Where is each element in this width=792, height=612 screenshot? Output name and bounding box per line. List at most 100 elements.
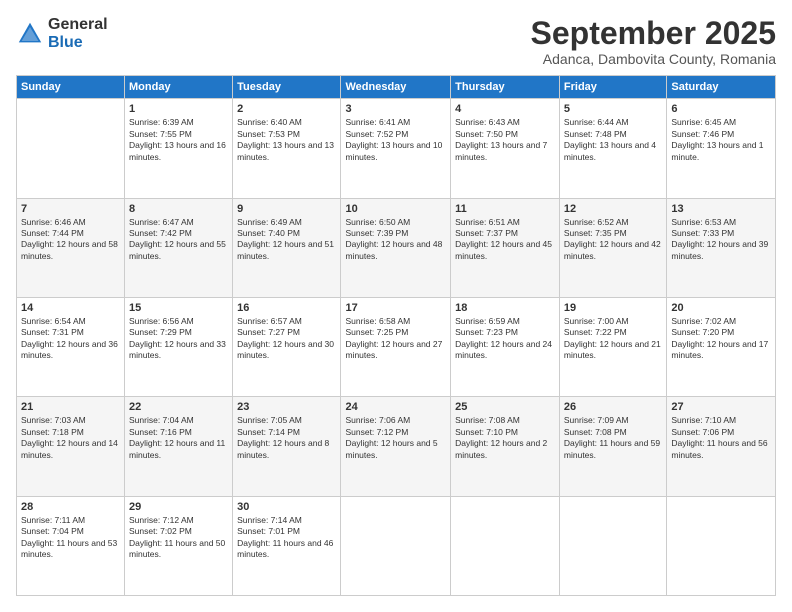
sunrise-text: Sunrise: 6:47 AM bbox=[129, 217, 228, 228]
cell-date: 8 bbox=[129, 203, 228, 215]
daylight-text: Daylight: 12 hours and 5 minutes. bbox=[345, 438, 446, 461]
sunrise-text: Sunrise: 7:09 AM bbox=[564, 415, 662, 426]
table-row: 4Sunrise: 6:43 AMSunset: 7:50 PMDaylight… bbox=[451, 99, 560, 198]
table-row: 15 Sunrise: 6:56 AMSunset: 7:29 PMDayligh… bbox=[125, 297, 233, 396]
cell-info: Sunrise: 6:41 AMSunset: 7:52 PMDaylight:… bbox=[345, 117, 446, 163]
daylight-text: Daylight: 12 hours and 2 minutes. bbox=[455, 438, 555, 461]
cell-date: 30 bbox=[237, 501, 336, 513]
sunrise-text: Sunrise: 7:11 AM bbox=[21, 515, 120, 526]
daylight-text: Daylight: 12 hours and 51 minutes. bbox=[237, 239, 336, 262]
sunset-text: Sunset: 7:22 PM bbox=[564, 327, 662, 338]
cell-date: 6 bbox=[671, 103, 771, 115]
location-subtitle: Adanca, Dambovita County, Romania bbox=[531, 51, 776, 67]
daylight-text: Daylight: 12 hours and 36 minutes. bbox=[21, 339, 120, 362]
table-row bbox=[451, 496, 560, 595]
cell-info: Sunrise: 7:14 AMSunset: 7:01 PMDaylight:… bbox=[237, 515, 336, 561]
daylight-text: Daylight: 13 hours and 1 minute. bbox=[671, 140, 771, 163]
sunset-text: Sunset: 7:48 PM bbox=[564, 129, 662, 140]
daylight-text: Daylight: 12 hours and 30 minutes. bbox=[237, 339, 336, 362]
cell-info: Sunrise: 7:02 AMSunset: 7:20 PMDaylight:… bbox=[671, 316, 771, 362]
cell-date: 2 bbox=[237, 103, 336, 115]
logo-general: General bbox=[48, 16, 108, 34]
month-title: September 2025 bbox=[531, 16, 776, 51]
table-row: 30 Sunrise: 7:14 AMSunset: 7:01 PMDayligh… bbox=[233, 496, 341, 595]
cell-info: Sunrise: 6:59 AMSunset: 7:23 PMDaylight:… bbox=[455, 316, 555, 362]
cell-info: Sunrise: 6:57 AMSunset: 7:27 PMDaylight:… bbox=[237, 316, 336, 362]
cell-info: Sunrise: 6:46 AMSunset: 7:44 PMDaylight:… bbox=[21, 217, 120, 263]
daylight-text: Daylight: 12 hours and 39 minutes. bbox=[671, 239, 771, 262]
cell-date: 11 bbox=[455, 203, 555, 215]
table-row: 28Sunrise: 7:11 AMSunset: 7:04 PMDayligh… bbox=[17, 496, 125, 595]
table-row: 11Sunrise: 6:51 AMSunset: 7:37 PMDayligh… bbox=[451, 198, 560, 297]
cell-info: Sunrise: 7:09 AMSunset: 7:08 PMDaylight:… bbox=[564, 415, 662, 461]
daylight-text: Daylight: 12 hours and 27 minutes. bbox=[345, 339, 446, 362]
cell-date: 18 bbox=[455, 302, 555, 314]
sunrise-text: Sunrise: 6:59 AM bbox=[455, 316, 555, 327]
cell-date: 23 bbox=[237, 401, 336, 413]
table-row: 12Sunrise: 6:52 AMSunset: 7:35 PMDayligh… bbox=[559, 198, 666, 297]
cell-date: 28 bbox=[21, 501, 120, 513]
daylight-text: Daylight: 11 hours and 53 minutes. bbox=[21, 538, 120, 561]
sunrise-text: Sunrise: 7:02 AM bbox=[671, 316, 771, 327]
cell-date: 15 bbox=[129, 302, 228, 314]
daylight-text: Daylight: 13 hours and 13 minutes. bbox=[237, 140, 336, 163]
cell-date: 27 bbox=[671, 401, 771, 413]
sunrise-text: Sunrise: 6:43 AM bbox=[455, 117, 555, 128]
cell-info: Sunrise: 6:45 AMSunset: 7:46 PMDaylight:… bbox=[671, 117, 771, 163]
daylight-text: Daylight: 12 hours and 45 minutes. bbox=[455, 239, 555, 262]
daylight-text: Daylight: 12 hours and 8 minutes. bbox=[237, 438, 336, 461]
col-wednesday: Wednesday bbox=[341, 76, 451, 99]
table-row: 20 Sunrise: 7:02 AMSunset: 7:20 PMDayligh… bbox=[667, 297, 776, 396]
sunrise-text: Sunrise: 6:49 AM bbox=[237, 217, 336, 228]
daylight-text: Daylight: 12 hours and 17 minutes. bbox=[671, 339, 771, 362]
cell-info: Sunrise: 7:05 AMSunset: 7:14 PMDaylight:… bbox=[237, 415, 336, 461]
sunset-text: Sunset: 7:06 PM bbox=[671, 427, 771, 438]
cell-info: Sunrise: 6:53 AMSunset: 7:33 PMDaylight:… bbox=[671, 217, 771, 263]
sunrise-text: Sunrise: 6:56 AM bbox=[129, 316, 228, 327]
sunrise-text: Sunrise: 6:58 AM bbox=[345, 316, 446, 327]
table-row: 27Sunrise: 7:10 AMSunset: 7:06 PMDayligh… bbox=[667, 397, 776, 496]
sunset-text: Sunset: 7:29 PM bbox=[129, 327, 228, 338]
header: General Blue September 2025 Adanca, Damb… bbox=[16, 16, 776, 67]
sunrise-text: Sunrise: 7:12 AM bbox=[129, 515, 228, 526]
sunset-text: Sunset: 7:20 PM bbox=[671, 327, 771, 338]
cell-info: Sunrise: 6:44 AMSunset: 7:48 PMDaylight:… bbox=[564, 117, 662, 163]
sunset-text: Sunset: 7:42 PM bbox=[129, 228, 228, 239]
cell-date: 9 bbox=[237, 203, 336, 215]
table-row: 8 Sunrise: 6:47 AMSunset: 7:42 PMDaylight… bbox=[125, 198, 233, 297]
table-row: 3Sunrise: 6:41 AMSunset: 7:52 PMDaylight… bbox=[341, 99, 451, 198]
calendar-week-row: 7 Sunrise: 6:46 AMSunset: 7:44 PMDaylight… bbox=[17, 198, 776, 297]
cell-date: 20 bbox=[671, 302, 771, 314]
col-sunday: Sunday bbox=[17, 76, 125, 99]
table-row: 26 Sunrise: 7:09 AMSunset: 7:08 PMDayligh… bbox=[559, 397, 666, 496]
table-row bbox=[341, 496, 451, 595]
cell-date: 26 bbox=[564, 401, 662, 413]
sunrise-text: Sunrise: 7:08 AM bbox=[455, 415, 555, 426]
cell-date: 10 bbox=[345, 203, 446, 215]
cell-date: 1 bbox=[129, 103, 228, 115]
cell-date: 29 bbox=[129, 501, 228, 513]
sunrise-text: Sunrise: 6:46 AM bbox=[21, 217, 120, 228]
sunrise-text: Sunrise: 6:51 AM bbox=[455, 217, 555, 228]
cell-info: Sunrise: 7:06 AMSunset: 7:12 PMDaylight:… bbox=[345, 415, 446, 461]
sunset-text: Sunset: 7:39 PM bbox=[345, 228, 446, 239]
table-row: 19Sunrise: 7:00 AMSunset: 7:22 PMDayligh… bbox=[559, 297, 666, 396]
table-row: 7 Sunrise: 6:46 AMSunset: 7:44 PMDaylight… bbox=[17, 198, 125, 297]
table-row bbox=[559, 496, 666, 595]
cell-date: 7 bbox=[21, 203, 120, 215]
col-friday: Friday bbox=[559, 76, 666, 99]
sunrise-text: Sunrise: 6:57 AM bbox=[237, 316, 336, 327]
table-row: 6 Sunrise: 6:45 AMSunset: 7:46 PMDaylight… bbox=[667, 99, 776, 198]
daylight-text: Daylight: 13 hours and 7 minutes. bbox=[455, 140, 555, 163]
cell-date: 14 bbox=[21, 302, 120, 314]
sunrise-text: Sunrise: 6:54 AM bbox=[21, 316, 120, 327]
cell-info: Sunrise: 6:39 AMSunset: 7:55 PMDaylight:… bbox=[129, 117, 228, 163]
cell-info: Sunrise: 6:56 AMSunset: 7:29 PMDaylight:… bbox=[129, 316, 228, 362]
cell-info: Sunrise: 6:40 AMSunset: 7:53 PMDaylight:… bbox=[237, 117, 336, 163]
sunset-text: Sunset: 7:46 PM bbox=[671, 129, 771, 140]
daylight-text: Daylight: 12 hours and 58 minutes. bbox=[21, 239, 120, 262]
sunrise-text: Sunrise: 6:40 AM bbox=[237, 117, 336, 128]
sunset-text: Sunset: 7:01 PM bbox=[237, 526, 336, 537]
cell-info: Sunrise: 6:47 AMSunset: 7:42 PMDaylight:… bbox=[129, 217, 228, 263]
cell-date: 24 bbox=[345, 401, 446, 413]
